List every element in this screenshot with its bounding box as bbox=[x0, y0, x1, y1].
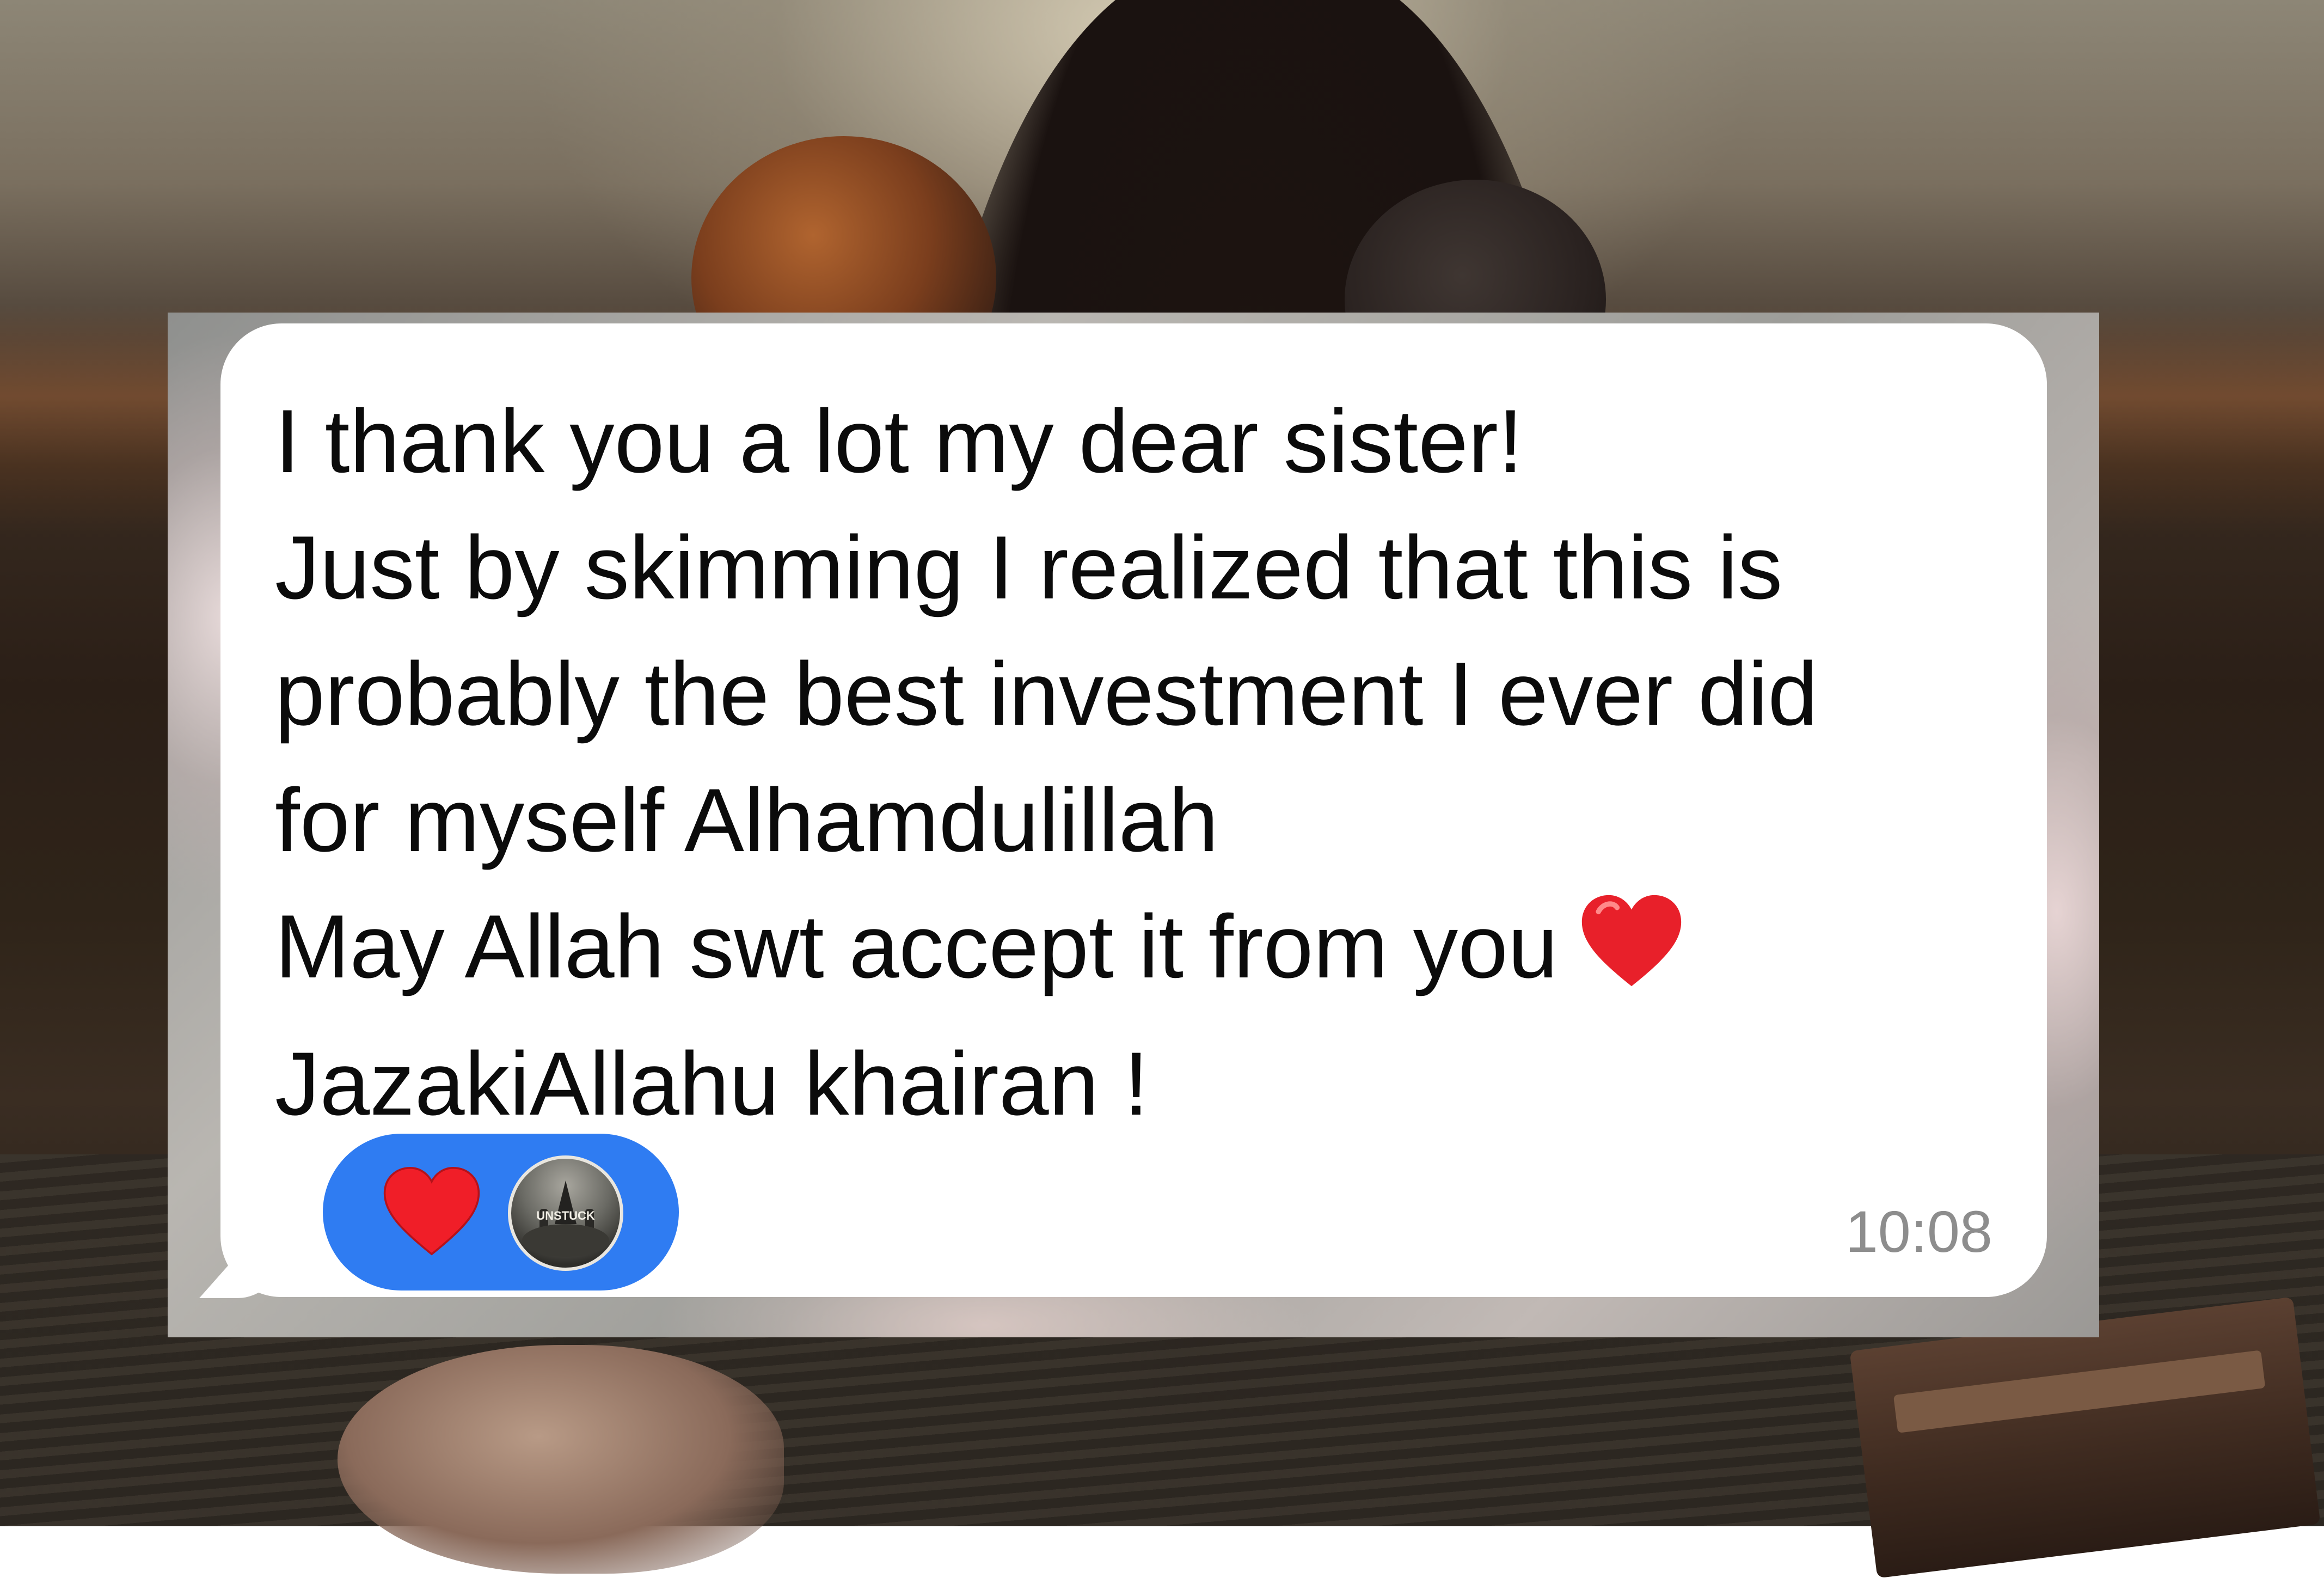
message-text: I thank you a lot my dear sister! Just b… bbox=[275, 378, 2017, 1147]
message-line-5: May Allah swt accept it from you bbox=[275, 896, 1558, 996]
message-line-1: I thank you a lot my dear sister! bbox=[275, 391, 1523, 491]
message-line-3: probably the best investment I ever did bbox=[275, 644, 1818, 744]
chat-screenshot: I thank you a lot my dear sister! Just b… bbox=[168, 313, 2099, 1337]
message-timestamp: 10:08 bbox=[1845, 1198, 1992, 1264]
background-cloth bbox=[338, 1345, 784, 1574]
message-line-6: JazakiAllahu khairan ! bbox=[275, 1033, 1149, 1134]
message-bubble[interactable]: I thank you a lot my dear sister! Just b… bbox=[220, 323, 2047, 1297]
message-line-2: Just by skimming I realized that this is bbox=[275, 517, 1783, 617]
red-heart-icon bbox=[1580, 893, 1683, 1020]
message-line-5-wrap: May Allah swt accept it from you bbox=[275, 883, 2017, 1020]
reaction-heart-icon bbox=[383, 1165, 481, 1259]
message-line-4: for myself Alhamdulillah bbox=[275, 770, 1219, 870]
reactions-pill[interactable]: UNSTUCK bbox=[323, 1134, 679, 1290]
avatar-text: UNSTUCK bbox=[536, 1209, 595, 1222]
user-avatar-icon[interactable]: UNSTUCK bbox=[508, 1155, 623, 1271]
